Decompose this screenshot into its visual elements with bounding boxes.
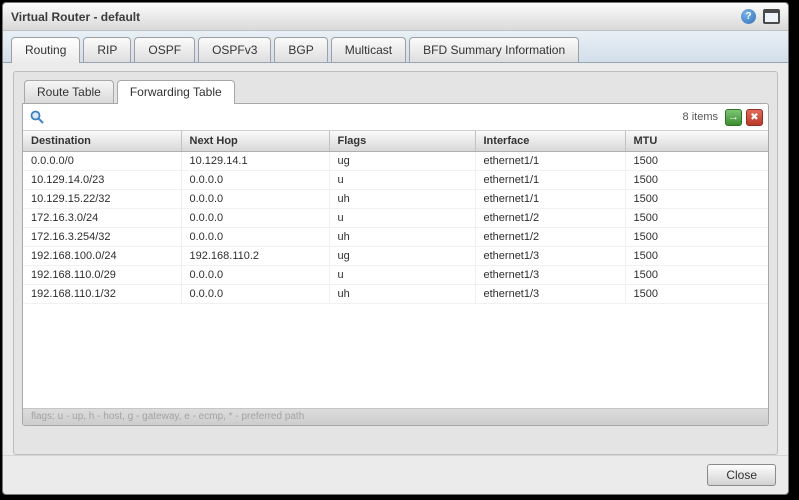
search-icon bbox=[30, 110, 44, 124]
filter-input[interactable] bbox=[44, 107, 679, 127]
cell-flags: u bbox=[329, 209, 475, 228]
clear-filter-button[interactable]: ✖ bbox=[746, 109, 763, 126]
table-row: 172.16.3.0/24 0.0.0.0 u ethernet1/2 1500 bbox=[23, 209, 768, 228]
table-row: 172.16.3.254/32 0.0.0.0 uh ethernet1/2 1… bbox=[23, 228, 768, 247]
forwarding-table-body: Destination Next Hop Flags Interface MTU… bbox=[23, 131, 768, 408]
tab-bfd-summary[interactable]: BFD Summary Information bbox=[409, 37, 579, 62]
cell-interface: ethernet1/1 bbox=[475, 190, 625, 209]
cell-destination: 172.16.3.0/24 bbox=[23, 209, 181, 228]
forwarding-table-panel: 8 items → ✖ Destination Next Hop bbox=[22, 103, 769, 426]
filter-bar: 8 items → ✖ bbox=[23, 104, 768, 131]
cell-destination: 192.168.110.1/32 bbox=[23, 285, 181, 304]
cell-mtu: 1500 bbox=[625, 152, 768, 171]
tab-ospf[interactable]: OSPF bbox=[134, 37, 195, 62]
tab-routing[interactable]: Routing bbox=[11, 37, 80, 63]
cell-destination: 192.168.110.0/29 bbox=[23, 266, 181, 285]
help-icon[interactable]: ? bbox=[741, 9, 756, 24]
subtab-route-table[interactable]: Route Table bbox=[24, 80, 114, 103]
cell-mtu: 1500 bbox=[625, 285, 768, 304]
dialog-footer: Close bbox=[3, 455, 788, 494]
cell-flags: ug bbox=[329, 247, 475, 266]
cell-flags: uh bbox=[329, 228, 475, 247]
subtab-forwarding-table[interactable]: Forwarding Table bbox=[117, 80, 235, 104]
cell-flags: u bbox=[329, 171, 475, 190]
cell-destination: 0.0.0.0/0 bbox=[23, 152, 181, 171]
cell-interface: ethernet1/3 bbox=[475, 247, 625, 266]
cell-mtu: 1500 bbox=[625, 266, 768, 285]
tab-rip[interactable]: RIP bbox=[83, 37, 131, 62]
apply-filter-button[interactable]: → bbox=[725, 109, 742, 126]
titlebar: Virtual Router - default ? bbox=[3, 3, 788, 31]
col-flags[interactable]: Flags bbox=[329, 131, 475, 152]
window-title: Virtual Router - default bbox=[11, 10, 741, 24]
cell-mtu: 1500 bbox=[625, 228, 768, 247]
table-header-row: Destination Next Hop Flags Interface MTU bbox=[23, 131, 768, 152]
cell-next-hop: 0.0.0.0 bbox=[181, 266, 329, 285]
cell-interface: ethernet1/3 bbox=[475, 285, 625, 304]
tab-multicast[interactable]: Multicast bbox=[331, 37, 406, 62]
col-mtu[interactable]: MTU bbox=[625, 131, 768, 152]
cell-interface: ethernet1/2 bbox=[475, 228, 625, 247]
col-destination[interactable]: Destination bbox=[23, 131, 181, 152]
cell-next-hop: 0.0.0.0 bbox=[181, 171, 329, 190]
popout-icon[interactable] bbox=[763, 9, 780, 24]
cell-next-hop: 10.129.14.1 bbox=[181, 152, 329, 171]
cell-destination: 10.129.15.22/32 bbox=[23, 190, 181, 209]
cell-interface: ethernet1/2 bbox=[475, 209, 625, 228]
table-row: 10.129.14.0/23 0.0.0.0 u ethernet1/1 150… bbox=[23, 171, 768, 190]
cell-next-hop: 0.0.0.0 bbox=[181, 209, 329, 228]
sub-tabstrip: Route Table Forwarding Table bbox=[22, 80, 769, 103]
close-button[interactable]: Close bbox=[707, 464, 776, 486]
main-tabstrip: Routing RIP OSPF OSPFv3 BGP Multicast BF… bbox=[3, 31, 788, 63]
virtual-router-dialog: Virtual Router - default ? Routing RIP O… bbox=[2, 2, 789, 495]
cell-destination: 172.16.3.254/32 bbox=[23, 228, 181, 247]
cell-mtu: 1500 bbox=[625, 209, 768, 228]
flags-legend: flags: u - up, h - host, g - gateway, e … bbox=[23, 408, 768, 425]
tab-ospfv3[interactable]: OSPFv3 bbox=[198, 37, 271, 62]
table-row: 0.0.0.0/0 10.129.14.1 ug ethernet1/1 150… bbox=[23, 152, 768, 171]
col-next-hop[interactable]: Next Hop bbox=[181, 131, 329, 152]
cell-interface: ethernet1/3 bbox=[475, 266, 625, 285]
table-row: 10.129.15.22/32 0.0.0.0 uh ethernet1/1 1… bbox=[23, 190, 768, 209]
cell-destination: 192.168.100.0/24 bbox=[23, 247, 181, 266]
tab-bgp[interactable]: BGP bbox=[274, 37, 327, 62]
cell-flags: u bbox=[329, 266, 475, 285]
items-count: 8 items bbox=[683, 111, 718, 123]
cell-next-hop: 0.0.0.0 bbox=[181, 285, 329, 304]
routing-tab-content: Route Table Forwarding Table 8 items → ✖ bbox=[3, 63, 788, 455]
col-interface[interactable]: Interface bbox=[475, 131, 625, 152]
cell-interface: ethernet1/1 bbox=[475, 171, 625, 190]
cell-mtu: 1500 bbox=[625, 247, 768, 266]
cell-next-hop: 0.0.0.0 bbox=[181, 190, 329, 209]
cell-flags: uh bbox=[329, 190, 475, 209]
table-row: 192.168.110.0/29 0.0.0.0 u ethernet1/3 1… bbox=[23, 266, 768, 285]
cell-next-hop: 0.0.0.0 bbox=[181, 228, 329, 247]
cell-interface: ethernet1/1 bbox=[475, 152, 625, 171]
routing-inner-box: Route Table Forwarding Table 8 items → ✖ bbox=[13, 71, 778, 455]
table-row: 192.168.100.0/24 192.168.110.2 ug ethern… bbox=[23, 247, 768, 266]
cell-destination: 10.129.14.0/23 bbox=[23, 171, 181, 190]
forwarding-table: Destination Next Hop Flags Interface MTU… bbox=[23, 131, 768, 304]
cell-flags: uh bbox=[329, 285, 475, 304]
table-row: 192.168.110.1/32 0.0.0.0 uh ethernet1/3 … bbox=[23, 285, 768, 304]
cell-mtu: 1500 bbox=[625, 171, 768, 190]
cell-next-hop: 192.168.110.2 bbox=[181, 247, 329, 266]
cell-flags: ug bbox=[329, 152, 475, 171]
cell-mtu: 1500 bbox=[625, 190, 768, 209]
